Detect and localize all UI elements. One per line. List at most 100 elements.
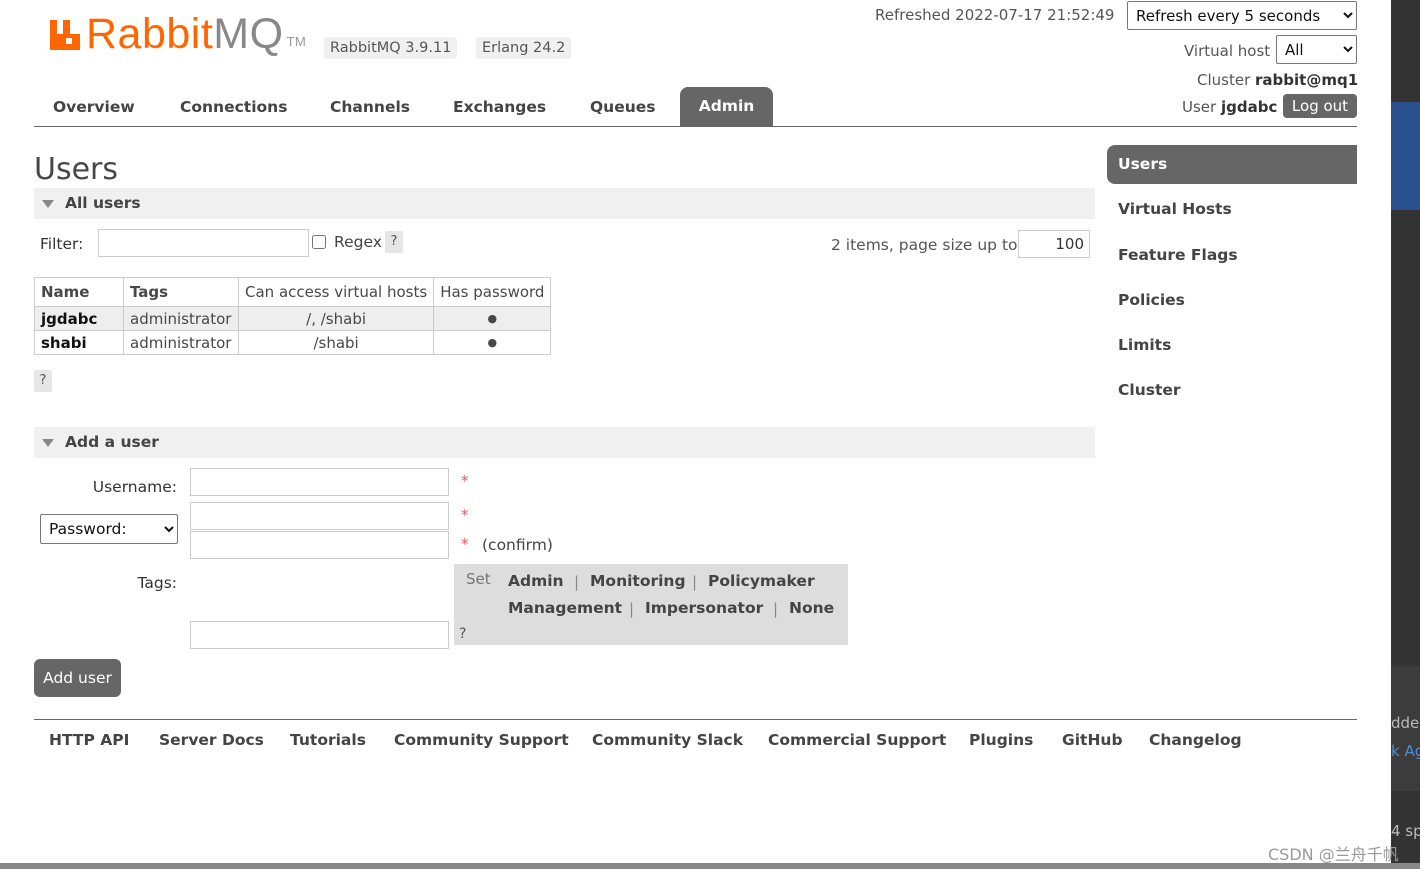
tab-queues[interactable]: Queues [590, 98, 656, 116]
virtual-host-label: Virtual host [1184, 42, 1271, 60]
tag-policymaker-link[interactable]: Policymaker [708, 572, 815, 590]
user-vhosts: /, /shabi [237, 306, 435, 331]
confirm-label: (confirm) [482, 536, 553, 554]
tag-impersonator-link[interactable]: Impersonator [645, 599, 763, 617]
footer-link-github[interactable]: GitHub [1062, 731, 1123, 749]
background-window-text: dde [1391, 714, 1420, 732]
cluster-info: Cluster rabbit@mq1 [1197, 71, 1358, 89]
cluster-name: rabbit@mq1 [1255, 71, 1359, 89]
all-users-section-header[interactable]: All users [34, 188, 1095, 219]
password-type-select[interactable]: Password: [40, 514, 178, 544]
has-password-dot: ● [433, 330, 552, 355]
background-window-blue-panel [1391, 102, 1420, 210]
required-marker: * [461, 535, 469, 553]
add-user-section-header[interactable]: Add a user [34, 427, 1095, 458]
side-nav-cluster[interactable]: Cluster [1118, 381, 1181, 399]
brand-trademark: TM [286, 34, 307, 49]
page-title: Users [34, 152, 119, 187]
regex-checkbox[interactable] [312, 235, 326, 249]
user-info: User jgdabc [1182, 98, 1277, 116]
side-nav-feature-flags[interactable]: Feature Flags [1118, 246, 1238, 264]
tag-management-link[interactable]: Management [508, 599, 622, 617]
side-nav-virtual-hosts[interactable]: Virtual Hosts [1118, 200, 1232, 218]
required-marker: * [461, 506, 469, 524]
side-nav-limits[interactable]: Limits [1118, 336, 1171, 354]
add-user-button[interactable]: Add user [34, 659, 121, 697]
table-row[interactable]: jgdabc administrator /, /shabi ● [34, 306, 552, 331]
footer-link-commercial-support[interactable]: Commercial Support [768, 731, 946, 749]
user-name-link[interactable]: shabi [34, 330, 124, 355]
user-name: jgdabc [1220, 98, 1278, 116]
tag-separator: | [692, 573, 698, 591]
refreshed-timestamp: Refreshed 2022-07-17 21:52:49 [875, 6, 1115, 24]
footer-link-community-slack[interactable]: Community Slack [592, 731, 743, 749]
user-tags: administrator [123, 306, 239, 331]
table-help-button[interactable]: ? [34, 370, 52, 392]
username-label: Username: [92, 478, 177, 496]
add-user-label: Add a user [65, 433, 159, 451]
tag-none-link[interactable]: None [789, 599, 834, 617]
footer-link-changelog[interactable]: Changelog [1149, 731, 1242, 749]
has-password-dot: ● [433, 306, 552, 331]
regex-label: Regex [334, 233, 382, 251]
column-header-name[interactable]: Name [34, 277, 124, 307]
regex-help-button[interactable]: ? [385, 231, 403, 253]
column-header-vhosts[interactable]: Can access virtual hosts [237, 277, 435, 307]
items-count-label: 2 items, page size up to [831, 236, 1018, 254]
footer-link-server-docs[interactable]: Server Docs [159, 731, 264, 749]
user-label: User [1182, 98, 1217, 116]
user-tags: administrator [123, 330, 239, 355]
virtual-host-select[interactable]: All [1276, 35, 1357, 64]
password-input[interactable] [190, 502, 449, 530]
tag-separator: | [773, 600, 779, 618]
tab-connections[interactable]: Connections [180, 98, 287, 116]
side-nav-users[interactable]: Users [1107, 145, 1357, 184]
background-window-link: k Ag [1391, 742, 1420, 760]
tab-overview[interactable]: Overview [53, 98, 135, 116]
collapse-triangle-icon [42, 439, 54, 447]
footer-link-tutorials[interactable]: Tutorials [290, 731, 366, 749]
user-vhosts: /shabi [237, 330, 435, 355]
footer-link-community-support[interactable]: Community Support [394, 731, 569, 749]
column-header-has-password[interactable]: Has password [433, 277, 552, 307]
tab-exchanges[interactable]: Exchanges [453, 98, 546, 116]
tab-channels[interactable]: Channels [330, 98, 410, 116]
background-window-text: 4 sp [1391, 822, 1420, 840]
rabbitmq-version-badge: RabbitMQ 3.9.11 [324, 37, 458, 59]
column-header-tags[interactable]: Tags [123, 277, 239, 307]
filter-label: Filter: [40, 235, 84, 253]
page-size-input[interactable] [1018, 230, 1090, 258]
tag-separator: | [629, 600, 635, 618]
bottom-scroll-edge [0, 863, 1420, 869]
table-header-row: Name Tags Can access virtual hosts Has p… [34, 277, 552, 307]
csdn-watermark: CSDN @兰舟千帆 [1268, 845, 1399, 864]
tabs-divider [34, 126, 1357, 127]
user-name-link[interactable]: jgdabc [34, 306, 124, 331]
filter-input[interactable] [98, 229, 309, 257]
tags-input[interactable] [190, 621, 449, 649]
footer-link-plugins[interactable]: Plugins [969, 731, 1033, 749]
footer-divider [34, 719, 1357, 720]
tab-admin[interactable]: Admin [680, 87, 773, 127]
tag-separator: | [574, 573, 580, 591]
logout-button[interactable]: Log out [1283, 94, 1357, 118]
password-confirm-input[interactable] [190, 531, 449, 559]
table-row[interactable]: shabi administrator /shabi ● [34, 330, 552, 355]
refresh-interval-select[interactable]: Refresh every 5 seconds [1127, 1, 1357, 30]
username-input[interactable] [190, 468, 449, 496]
tag-admin-link[interactable]: Admin [508, 572, 564, 590]
users-table: Name Tags Can access virtual hosts Has p… [34, 277, 552, 355]
tag-monitoring-link[interactable]: Monitoring [590, 572, 686, 590]
required-marker: * [461, 472, 469, 490]
erlang-version-badge: Erlang 24.2 [476, 37, 572, 59]
cluster-label: Cluster [1197, 71, 1251, 89]
footer-link-http-api[interactable]: HTTP API [49, 731, 129, 749]
set-tags-label: Set [466, 570, 491, 588]
brand-name-mq: MQ [213, 10, 284, 58]
rabbitmq-logo-icon [50, 20, 80, 50]
side-nav-policies[interactable]: Policies [1118, 291, 1185, 309]
tags-label: Tags: [137, 574, 177, 592]
tags-help-button[interactable]: ? [459, 626, 466, 642]
collapse-triangle-icon [42, 200, 54, 208]
brand-logo: RabbitMQ TM [86, 10, 306, 59]
